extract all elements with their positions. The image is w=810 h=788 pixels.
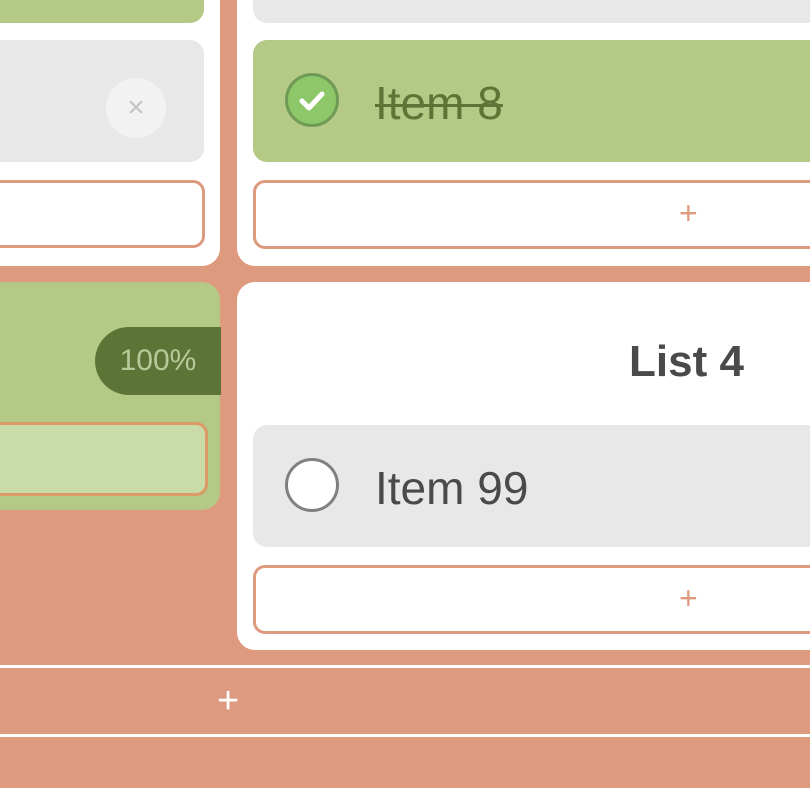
checkbox-checked[interactable] xyxy=(285,73,339,127)
item-label: Item 8 xyxy=(375,77,503,129)
list-item-left-top-done xyxy=(0,0,204,23)
completion-badge: 100% xyxy=(95,327,221,395)
list-item-right-top-prev[interactable] xyxy=(253,0,810,23)
add-item-button-left-top[interactable] xyxy=(0,180,205,248)
list-item-left-top[interactable]: × xyxy=(0,40,204,162)
plus-icon: + xyxy=(679,580,698,616)
plus-icon: + xyxy=(679,195,698,231)
delete-item-button[interactable]: × xyxy=(106,78,166,138)
add-item-button[interactable]: + xyxy=(253,180,810,249)
list-title[interactable]: List 4 xyxy=(629,337,744,387)
list-item-row[interactable]: Item 99 xyxy=(253,425,810,547)
check-icon xyxy=(299,91,325,111)
checkbox-unchecked[interactable] xyxy=(285,458,339,512)
add-list-button[interactable]: + xyxy=(0,665,810,737)
item-label: Item 99 xyxy=(375,462,529,514)
completion-percent: 100% xyxy=(119,344,197,377)
plus-icon: + xyxy=(217,680,240,722)
close-icon: × xyxy=(127,91,145,124)
add-item-button-left-bottom[interactable] xyxy=(0,422,208,496)
list-item-row[interactable]: Item 8 xyxy=(253,40,810,162)
add-item-button[interactable]: + xyxy=(253,565,810,634)
